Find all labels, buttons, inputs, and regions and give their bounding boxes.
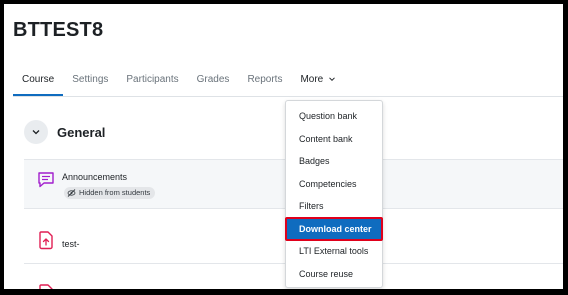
tab-settings[interactable]: Settings: [63, 74, 117, 96]
screenshot-frame: BTTEST8 Course Settings Participants Gra…: [0, 0, 568, 295]
activity-name-announcements[interactable]: Announcements: [62, 172, 127, 182]
eye-slash-icon: [67, 189, 76, 197]
tab-more-label: More: [300, 74, 324, 85]
activity-name-test[interactable]: test-: [62, 239, 80, 249]
page-title: BTTEST8: [13, 19, 104, 41]
section-collapse-button[interactable]: [24, 120, 48, 144]
tab-reports[interactable]: Reports: [238, 74, 291, 96]
menu-item-badges[interactable]: Badges: [286, 150, 382, 173]
chevron-down-icon: [32, 130, 40, 135]
visibility-badge-label: Hidden from students: [79, 188, 151, 197]
menu-item-competencies[interactable]: Competencies: [286, 173, 382, 196]
chevron-down-icon: [329, 77, 335, 82]
section-header: General: [24, 120, 105, 144]
file-upload-icon[interactable]: [36, 283, 56, 295]
menu-item-lti-external-tools[interactable]: LTI External tools: [286, 240, 382, 263]
tab-participants[interactable]: Participants: [117, 74, 187, 96]
tab-grades[interactable]: Grades: [188, 74, 239, 96]
menu-item-course-reuse[interactable]: Course reuse: [286, 263, 382, 286]
menu-item-download-center[interactable]: Download center: [285, 216, 383, 241]
menu-item-filters[interactable]: Filters: [286, 195, 382, 218]
menu-item-content-bank[interactable]: Content bank: [286, 128, 382, 151]
course-nav-tabs: Course Settings Participants Grades Repo…: [13, 74, 563, 98]
tab-course[interactable]: Course: [13, 74, 64, 96]
forum-icon[interactable]: [36, 170, 56, 190]
menu-item-question-bank[interactable]: Question bank: [286, 105, 382, 128]
tabs-divider: [13, 96, 563, 97]
tab-more[interactable]: More: [291, 74, 345, 96]
more-dropdown-menu: Question bank Content bank Badges Compet…: [285, 100, 383, 288]
file-upload-icon[interactable]: [36, 230, 56, 250]
visibility-badge: Hidden from students: [64, 187, 156, 199]
section-title: General: [57, 124, 106, 140]
